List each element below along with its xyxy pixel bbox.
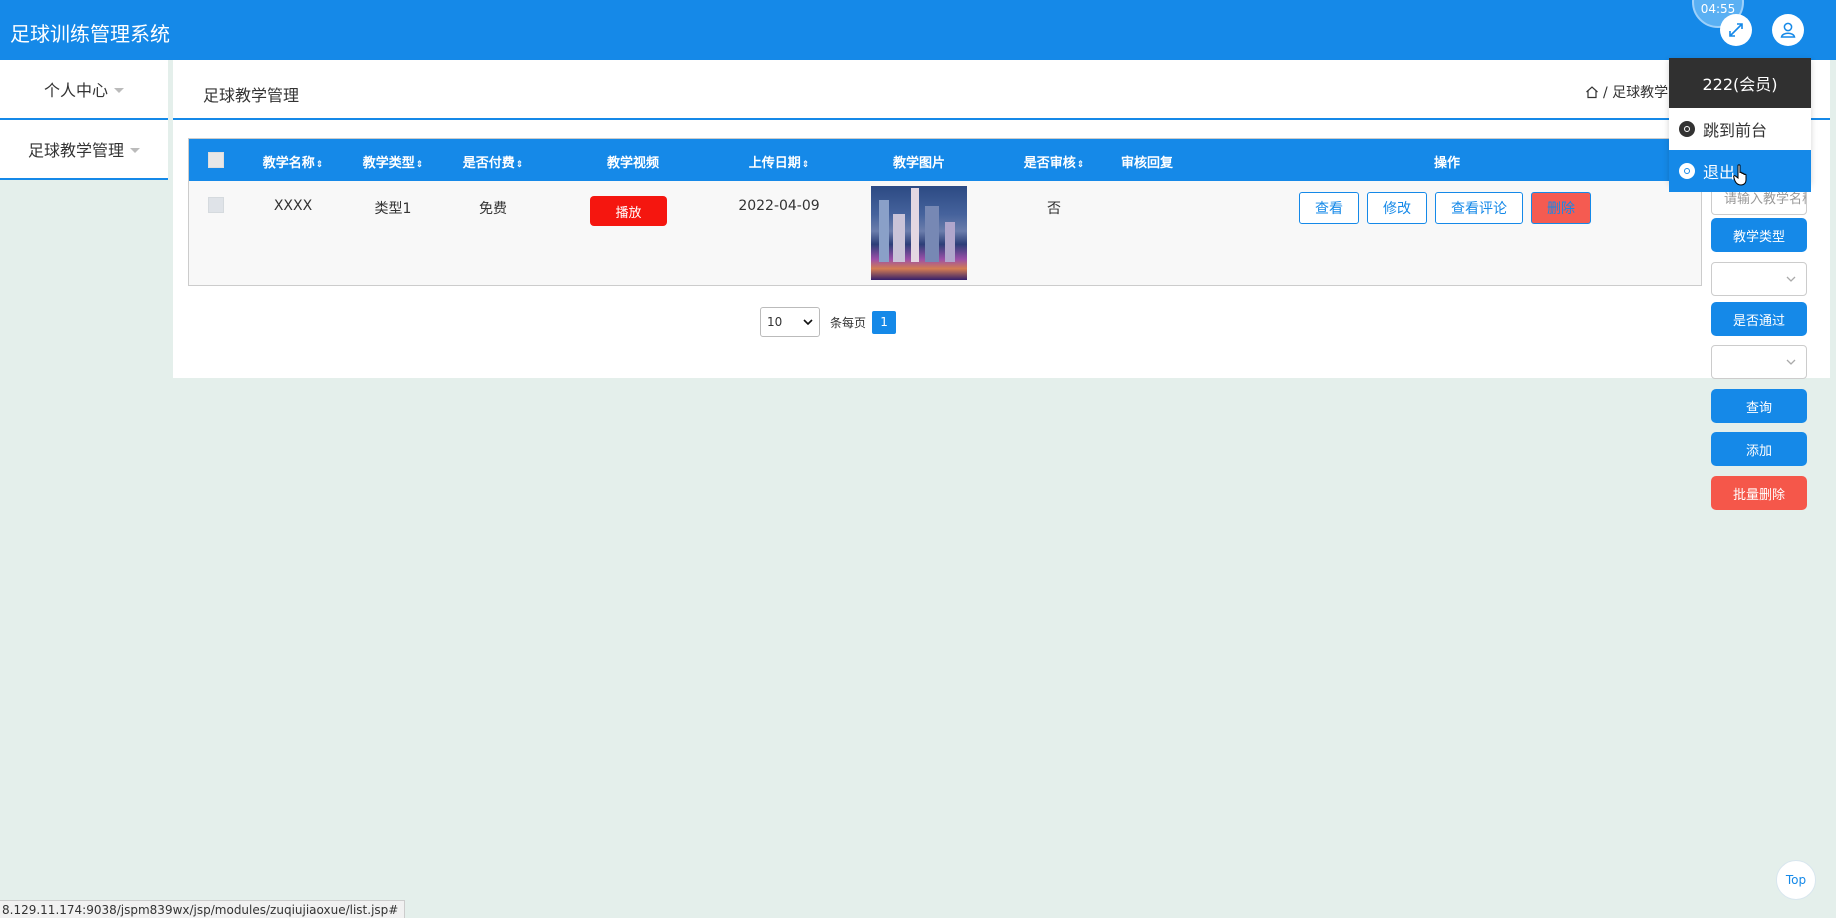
fullscreen-button[interactable]	[1720, 14, 1752, 46]
user-avatar-button[interactable]	[1772, 14, 1804, 46]
view-button[interactable]: 查看	[1299, 192, 1359, 224]
panel-header: 足球教学管理 / 足球教学管理	[173, 60, 1830, 120]
pass-status-label: 是否通过	[1711, 302, 1807, 336]
pagination: 10 条每页 1	[760, 307, 897, 337]
app-title: 足球训练管理系统	[10, 22, 170, 46]
per-page-label: 条每页	[830, 315, 867, 330]
sort-icon: ⇕	[1076, 160, 1085, 170]
add-button[interactable]: 添加	[1711, 432, 1807, 466]
column-header-reviewed[interactable]: 是否审核⇕	[1024, 152, 1085, 171]
chevron-down-icon	[1786, 359, 1796, 365]
user-name-label: 222(会员)	[1669, 58, 1811, 108]
sidebar-item-label: 个人中心	[43, 81, 108, 100]
goto-front-menu-item[interactable]: 跳到前台	[1669, 108, 1811, 150]
cell-paid: 免费	[479, 201, 507, 217]
cell-type: 类型1	[374, 201, 412, 217]
sidebar-item-teaching-management[interactable]: 足球教学管理	[0, 120, 168, 180]
chevron-down-icon	[1786, 276, 1796, 282]
column-header-type[interactable]: 教学类型⇕	[363, 152, 424, 171]
play-video-button[interactable]: 播放	[590, 196, 667, 226]
page-size-select[interactable]: 10	[760, 307, 820, 337]
sidebar-item-personal-center[interactable]: 个人中心	[0, 60, 168, 120]
table-header: 教学名称⇕ 教学类型⇕ 是否付费⇕ 教学视频 上传日期⇕ 教学图片 是否审核⇕ …	[189, 139, 1701, 181]
sort-icon: ⇕	[415, 160, 424, 170]
column-header-reply: 审核回复	[1120, 156, 1174, 171]
pass-status-select[interactable]	[1711, 345, 1807, 379]
column-header-image: 教学图片	[892, 156, 946, 171]
main-panel: 足球教学管理 / 足球教学管理 教学名称⇕ 教学类型⇕ 是否付费⇕ 教学视频 上…	[173, 60, 1830, 378]
column-header-date[interactable]: 上传日期⇕	[749, 152, 810, 171]
expand-icon	[1729, 23, 1743, 37]
page-button[interactable]: 1	[872, 310, 897, 334]
status-bar-url: 8.129.11.174:9038/jspm839wx/jsp/modules/…	[0, 900, 406, 918]
column-header-actions: 操作	[1433, 156, 1461, 171]
teaching-image-thumbnail[interactable]	[871, 186, 967, 280]
query-button[interactable]: 查询	[1711, 389, 1807, 423]
batch-delete-button[interactable]: 批量删除	[1711, 476, 1807, 510]
row-checkbox[interactable]	[208, 197, 224, 213]
home-icon[interactable]	[1585, 85, 1599, 99]
sidebar-item-label: 足球教学管理	[27, 141, 124, 160]
power-icon	[1679, 163, 1695, 179]
cell-date: 2022-04-09	[738, 198, 820, 214]
sort-icon: ⇕	[801, 160, 810, 170]
sidebar: 个人中心 足球教学管理	[0, 60, 168, 180]
caret-down-icon	[130, 147, 140, 153]
cell-reviewed: 否	[1047, 201, 1061, 217]
page-title: 足球教学管理	[203, 86, 300, 105]
sort-icon: ⇕	[515, 160, 524, 170]
power-icon	[1679, 121, 1695, 137]
top-bar: 足球训练管理系统 04:55	[0, 0, 1836, 60]
edit-button[interactable]: 修改	[1367, 192, 1427, 224]
chevron-down-icon	[803, 319, 813, 325]
view-comments-button[interactable]: 查看评论	[1435, 192, 1523, 224]
delete-button[interactable]: 删除	[1531, 192, 1591, 224]
cell-name: XXXX	[273, 198, 313, 214]
user-icon	[1780, 22, 1796, 38]
column-header-name[interactable]: 教学名称⇕	[263, 152, 324, 171]
teaching-type-label: 教学类型	[1711, 218, 1807, 252]
hand-cursor-icon	[1733, 164, 1747, 186]
sort-icon: ⇕	[315, 160, 324, 170]
teaching-type-select[interactable]	[1711, 262, 1807, 296]
select-all-checkbox[interactable]	[208, 152, 224, 168]
back-to-top-button[interactable]: Top	[1776, 860, 1816, 900]
column-header-video: 教学视频	[606, 156, 660, 171]
caret-down-icon	[114, 87, 124, 93]
column-header-paid[interactable]: 是否付费⇕	[463, 152, 524, 171]
data-table: 教学名称⇕ 教学类型⇕ 是否付费⇕ 教学视频 上传日期⇕ 教学图片 是否审核⇕ …	[188, 138, 1702, 286]
